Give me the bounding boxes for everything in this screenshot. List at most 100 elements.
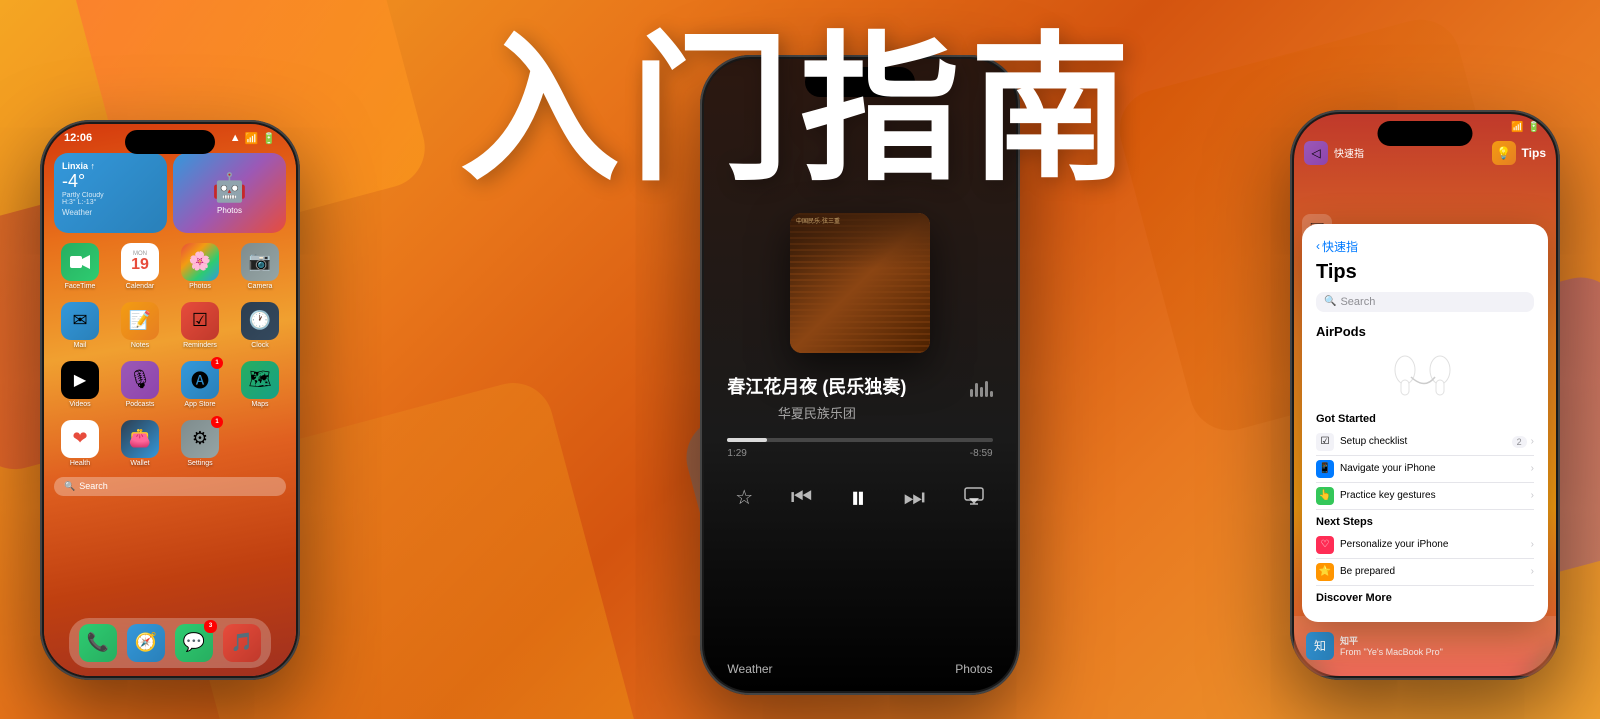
photos-widget-inner: 🤖 Photos [173,153,286,233]
clock-label: Clock [251,342,269,349]
tips-item-left-navigate: 📱 Navigate your iPhone [1316,460,1436,478]
tips-back-label[interactable]: 快速指 [1334,145,1364,160]
reminders-icon-symbol: ☑ [192,310,208,331]
back-chevron-icon: ‹ [1316,239,1320,253]
fast-forward-button[interactable]: ⏭ [904,484,926,512]
tips-search-bar[interactable]: 🔍 Search [1316,292,1534,312]
app-health[interactable]: ❤ Health [54,420,106,467]
dock-music[interactable]: 🎵 [223,624,261,662]
photos-icon-symbol: 🌸 [189,251,211,272]
tips-back-icon-area[interactable]: ◁ [1304,141,1328,165]
notes-label: Notes [131,342,149,349]
phone-screen-right: 📶 🔋 ◁ 快速指 💡 Tips 🖼 [1294,114,1556,676]
tips-card: ‹ 快速指 Tips 🔍 Search AirPods [1302,224,1548,622]
tips-item-gestures[interactable]: 👆 Practice key gestures › [1316,483,1534,510]
app-grid-row1: FaceTime MON 19 Calendar [44,237,296,296]
airpods-svg [1375,345,1475,405]
app-mail[interactable]: ✉ Mail [54,302,106,349]
app-appletv[interactable]: ▶ Videos [54,361,106,408]
personalize-label: Personalize your iPhone [1340,539,1448,550]
tips-item-prepared[interactable]: ⭐ Be prepared › [1316,559,1534,586]
app-calendar[interactable]: MON 19 Calendar [114,243,166,290]
music-text-block: 春江花月夜 (民乐独奏) 华夏民族乐团 [727,373,906,438]
airpods-image [1316,345,1534,405]
bar1 [970,389,973,397]
navigate-arrow: › [1531,463,1534,474]
next-steps-title: Next Steps [1316,516,1534,528]
home-screen: 12:06 ▲ 📶 🔋 Linxia ↑ [44,124,296,676]
clock-icon-symbol: 🕐 [249,310,271,331]
notes-icon: 📝 [121,302,159,340]
tips-item-setup[interactable]: ☑ Setup checklist 2 › [1316,429,1534,456]
dock-phone[interactable]: 📞 [79,624,117,662]
settings-icon-symbol: ⚙ [192,428,208,449]
pause-button[interactable]: ⏸ [850,479,866,517]
album-art-graphic: 中国民乐·弦三重 [790,213,930,353]
app-podcasts[interactable]: 🎙 Podcasts [114,361,166,408]
setup-icon: ☑ [1316,433,1334,451]
app-camera[interactable]: 📷 Camera [234,243,286,290]
tips-item-left-personalize: ♡ Personalize your iPhone [1316,536,1448,554]
favorite-button[interactable]: ☆ [735,485,753,510]
app-facetime[interactable]: FaceTime [54,243,106,290]
music-bottom-label: Weather Photos [727,662,992,676]
robot-figure: 🤖 [212,171,247,204]
music-info: 春江花月夜 (民乐独奏) 华夏民族乐团 [727,373,992,438]
main-title: 入门指南 [460,30,1140,190]
progress-section: 1:29 -8:59 [727,438,992,459]
tips-item-navigate[interactable]: 📱 Navigate your iPhone › [1316,456,1534,483]
music-artist: 华夏民族乐团 [727,403,906,422]
title-block: 入门指南 [460,30,1140,190]
appletv-label: Videos [69,401,90,408]
battery-icon: 🔋 [262,132,276,145]
phone-right: 📶 🔋 ◁ 快速指 💡 Tips 🖼 [1290,110,1560,680]
progress-bar-wrapper[interactable] [727,438,992,442]
mail-icon-symbol: ✉ [72,310,87,331]
app-maps[interactable]: 🗺 Maps [234,361,286,408]
tips-item-personalize[interactable]: ♡ Personalize your iPhone › [1316,532,1534,559]
phone-screen-left: 12:06 ▲ 📶 🔋 Linxia ↑ [44,124,296,676]
wallet-icon-symbol: 👛 [129,428,151,449]
dock-messages[interactable]: 💬 3 [175,624,213,662]
dynamic-island-right [1378,121,1473,146]
photos-label: Photos [217,206,242,215]
app-wallet[interactable]: 👛 Wallet [114,420,166,467]
music-icon-symbol: 🎵 [231,632,253,653]
settings-badge: 1 [211,416,223,428]
tips-item-left-prepared: ⭐ Be prepared [1316,563,1395,581]
airplay-button[interactable] [963,484,985,511]
dynamic-island-left [125,130,215,154]
dock-safari[interactable]: 🧭 [127,624,165,662]
search-bar[interactable]: 🔍 Search [54,477,286,496]
app-empty [234,420,286,467]
music-bottom-photos: Photos [955,662,992,676]
app-notes[interactable]: 📝 Notes [114,302,166,349]
notes-icon-symbol: 📝 [129,310,151,331]
bar4 [985,381,988,397]
camera-label: Camera [248,283,273,290]
calendar-icon: MON 19 [121,243,159,281]
facetime-label: FaceTime [65,283,96,290]
weather-widget[interactable]: Linxia ↑ -4° Partly Cloudy H:3° L:-13° W… [54,153,167,233]
appstore-icon-symbol: 🅐 [191,367,209,393]
time-display: 12:06 [64,132,92,144]
app-settings[interactable]: ⚙ 1 Settings [174,420,226,467]
app-grid-row2: ✉ Mail 📝 Notes [44,296,296,355]
app-photos[interactable]: 🌸 Photos [174,243,226,290]
weather-temp: -4° [62,171,159,192]
rewind-button[interactable]: ⏮ [791,484,813,512]
photos-content: 🤖 Photos [212,171,247,215]
home-content: 12:06 ▲ 📶 🔋 Linxia ↑ [44,124,296,676]
photos-icon: 🌸 [181,243,219,281]
setup-badge: 2 [1512,436,1527,448]
app-reminders[interactable]: ☑ Reminders [174,302,226,349]
app-appstore[interactable]: 🅐 1 App Store [174,361,226,408]
bar2 [975,383,978,397]
tips-card-back[interactable]: ‹ 快速指 [1316,238,1534,255]
bottom-device-icon: 知 [1306,632,1334,660]
app-clock[interactable]: 🕐 Clock [234,302,286,349]
photos-widget[interactable]: 🤖 Photos [173,153,286,233]
progress-times: 1:29 -8:59 [727,448,992,459]
messages-badge: 3 [204,620,217,633]
bottom-bar-text: 知平 From "Ye's MacBook Pro" [1340,634,1443,657]
